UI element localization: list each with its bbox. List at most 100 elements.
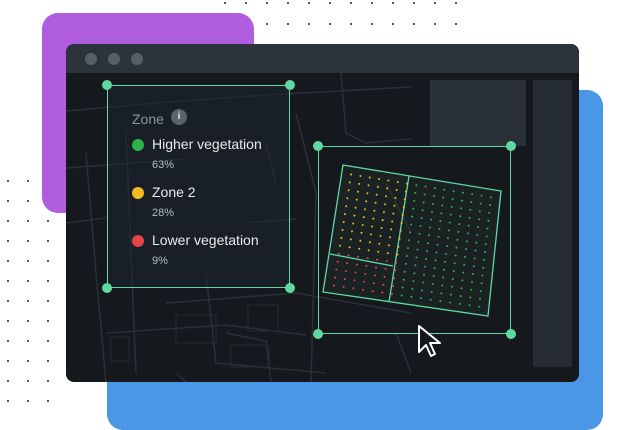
field-resize-handle-bottom-left[interactable] bbox=[313, 329, 323, 339]
field-sample-point bbox=[375, 193, 378, 196]
field-sample-point bbox=[450, 293, 452, 296]
field-sample-point bbox=[424, 265, 426, 268]
field-sample-point bbox=[456, 238, 459, 241]
field-sample-point bbox=[347, 189, 350, 192]
field-sample-point bbox=[464, 255, 467, 258]
legend-swatch-red bbox=[132, 235, 144, 247]
field-sample-point bbox=[425, 257, 427, 260]
field-resize-handle-bottom-right[interactable] bbox=[506, 329, 516, 339]
field-sample-point bbox=[373, 209, 376, 212]
field-sample-point bbox=[448, 221, 451, 224]
field-sample-point bbox=[489, 196, 492, 199]
field-sample-point bbox=[441, 284, 444, 287]
field-sample-point bbox=[371, 290, 374, 293]
field-sample-point bbox=[479, 290, 482, 293]
legend-item-label: Lower vegetation bbox=[152, 232, 259, 248]
field-sample-point bbox=[470, 288, 473, 291]
field-sample-point bbox=[370, 233, 372, 236]
field-sample-point bbox=[343, 213, 346, 216]
legend-resize-handle-bottom-right[interactable] bbox=[285, 283, 295, 293]
field-sample-point bbox=[376, 185, 379, 188]
window-close-dot[interactable] bbox=[85, 53, 97, 65]
field-sample-point bbox=[469, 296, 472, 299]
field-sample-point bbox=[362, 216, 365, 219]
field-sample-point bbox=[459, 295, 462, 298]
field-sample-point bbox=[461, 279, 464, 282]
field-sample-point bbox=[433, 267, 436, 270]
field-sample-point bbox=[416, 248, 419, 251]
field-sample-point bbox=[489, 204, 491, 207]
field-sample-point bbox=[412, 280, 415, 283]
field-sample-point bbox=[408, 239, 410, 242]
field-sample-point bbox=[337, 252, 340, 255]
legend-resize-handle-top-left[interactable] bbox=[102, 80, 112, 90]
legend-resize-handle-top-right[interactable] bbox=[285, 80, 295, 90]
field-sample-point bbox=[361, 224, 364, 226]
field-sample-point bbox=[406, 182, 408, 185]
field-sample-point bbox=[342, 285, 345, 288]
field-sample-point bbox=[446, 245, 448, 248]
field-sample-point bbox=[358, 182, 361, 185]
field-sample-point bbox=[393, 204, 396, 207]
window-maximize-dot[interactable] bbox=[131, 53, 143, 65]
field-sample-point bbox=[473, 257, 476, 260]
field-sample-point bbox=[396, 181, 399, 184]
field-zone-map bbox=[322, 164, 502, 317]
legend-title: Zone bbox=[132, 111, 164, 127]
field-sample-point bbox=[478, 218, 480, 221]
field-sample-point bbox=[355, 263, 358, 266]
overlay-panel-side bbox=[533, 80, 572, 367]
field-sample-point bbox=[453, 262, 456, 265]
field-sample-point bbox=[380, 227, 383, 229]
field-sample-point bbox=[347, 254, 350, 257]
field-sample-point bbox=[335, 268, 338, 271]
field-sample-point bbox=[471, 193, 474, 196]
field-sample-point bbox=[358, 247, 361, 250]
map-canvas[interactable]: Zone i Higher vegetation 63% Zone 2 28% … bbox=[66, 73, 579, 382]
field-sample-point bbox=[405, 255, 408, 257]
field-sample-point bbox=[433, 195, 435, 197]
zone-legend[interactable]: Zone i Higher vegetation 63% Zone 2 28% … bbox=[107, 85, 290, 288]
field-sample-point bbox=[415, 184, 418, 187]
field-sample-point bbox=[423, 273, 425, 276]
legend-item-percent: 63% bbox=[152, 159, 175, 171]
field-sample-point bbox=[479, 202, 482, 205]
field-sample-point bbox=[381, 219, 384, 222]
field-sample-point bbox=[463, 263, 466, 266]
field-sample-point bbox=[440, 292, 443, 295]
field-sample-point bbox=[481, 274, 484, 277]
field-sample-point bbox=[468, 304, 471, 307]
field-sample-point bbox=[367, 249, 370, 252]
field-sample-point bbox=[376, 258, 379, 261]
field-sample-point bbox=[454, 254, 457, 257]
field-sample-point bbox=[488, 211, 491, 214]
field-sample-point bbox=[437, 235, 440, 238]
field-sample-point bbox=[394, 196, 397, 199]
field-sample-point bbox=[404, 262, 407, 265]
field-resize-handle-top-right[interactable] bbox=[506, 141, 516, 151]
field-sample-point bbox=[434, 259, 437, 262]
field-sample-point bbox=[485, 235, 488, 238]
field-sample-point bbox=[474, 249, 477, 252]
field-sample-point bbox=[468, 216, 471, 219]
field-sample-point bbox=[452, 190, 455, 193]
field-sample-point bbox=[449, 213, 452, 216]
legend-swatch-yellow bbox=[132, 187, 144, 199]
field-sample-point bbox=[452, 270, 455, 273]
field-sample-point bbox=[420, 217, 423, 220]
field-sample-point bbox=[450, 205, 453, 208]
field-sample-point bbox=[412, 207, 415, 210]
field-sample-point bbox=[458, 223, 461, 226]
field-resize-handle-top-left[interactable] bbox=[313, 141, 323, 151]
info-icon[interactable]: i bbox=[171, 109, 187, 125]
field-sample-point bbox=[411, 288, 414, 290]
field-sample-point bbox=[447, 229, 450, 232]
field-sample-point bbox=[471, 280, 473, 283]
field-sample-point bbox=[353, 214, 356, 217]
field-sample-point bbox=[420, 297, 423, 300]
window-minimize-dot[interactable] bbox=[108, 53, 120, 65]
field-sample-point bbox=[414, 264, 417, 267]
field-sample-point bbox=[449, 301, 452, 304]
legend-resize-handle-bottom-left[interactable] bbox=[102, 283, 112, 293]
field-sample-point bbox=[480, 194, 483, 197]
